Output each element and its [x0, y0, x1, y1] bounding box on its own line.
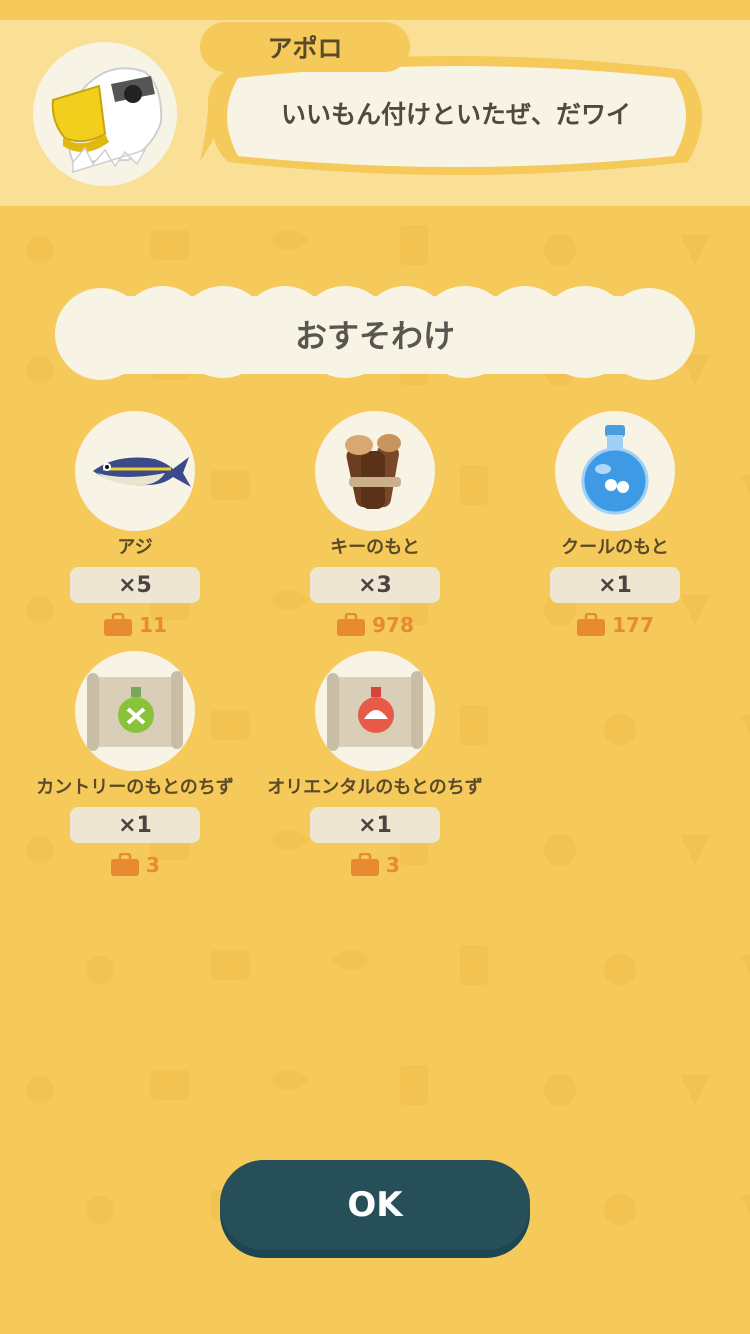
item-card[interactable]: カントリーのもとのちず ×1 3 [15, 651, 255, 886]
page-title: おすそわけ [294, 317, 455, 355]
item-card[interactable]: オリエンタルのもとのちず ×1 3 [255, 651, 495, 886]
eagle-head-icon [51, 67, 163, 174]
item-image [555, 411, 675, 531]
item-card[interactable]: キーのもと ×3 978 [255, 411, 495, 646]
blue-potion-icon [581, 425, 649, 515]
price-value: 3 [146, 853, 160, 877]
price-value: 978 [372, 613, 414, 637]
item-quantity: ×1 [70, 807, 200, 843]
item-quantity: ×1 [550, 567, 680, 603]
item-price: 11 [15, 611, 255, 639]
item-image [75, 651, 195, 771]
item-name: キーのもと [330, 537, 420, 558]
briefcase-icon [104, 613, 133, 636]
price-value: 11 [139, 613, 167, 637]
oriental-essence-map-icon [327, 671, 423, 751]
price-value: 3 [386, 853, 400, 877]
item-card[interactable]: アジ ×5 11 [15, 411, 255, 646]
item-name: オリエンタルのもとのちず [267, 777, 483, 798]
item-quantity: ×3 [310, 567, 440, 603]
item-name: クールのもと [561, 537, 669, 558]
item-name: アジ [117, 537, 153, 558]
item-price: 177 [495, 611, 735, 639]
item-image [315, 651, 435, 771]
briefcase-icon [337, 613, 366, 636]
wood-bundle-icon [345, 434, 401, 509]
briefcase-icon [111, 853, 140, 876]
ok-button-label[interactable]: OK [220, 1160, 530, 1250]
item-quantity: ×5 [70, 567, 200, 603]
item-card[interactable]: クールのもと ×1 177 [495, 411, 735, 646]
price-value: 177 [612, 613, 654, 637]
item-price: 3 [255, 851, 495, 879]
horse-mackerel-fish-icon [93, 457, 191, 487]
item-image [315, 411, 435, 531]
item-price: 978 [255, 611, 495, 639]
item-price: 3 [15, 851, 255, 879]
top-strip [0, 0, 750, 20]
dialog-message: いいもん付けといたぜ、だワイ [280, 100, 631, 129]
country-essence-map-icon [87, 671, 183, 751]
apollo-avatar [33, 42, 177, 186]
briefcase-icon [351, 853, 380, 876]
ok-button[interactable]: OK [220, 1160, 530, 1258]
briefcase-icon [577, 613, 606, 636]
item-name: カントリーのもとのちず [36, 777, 234, 798]
item-image [75, 411, 195, 531]
item-quantity: ×1 [310, 807, 440, 843]
